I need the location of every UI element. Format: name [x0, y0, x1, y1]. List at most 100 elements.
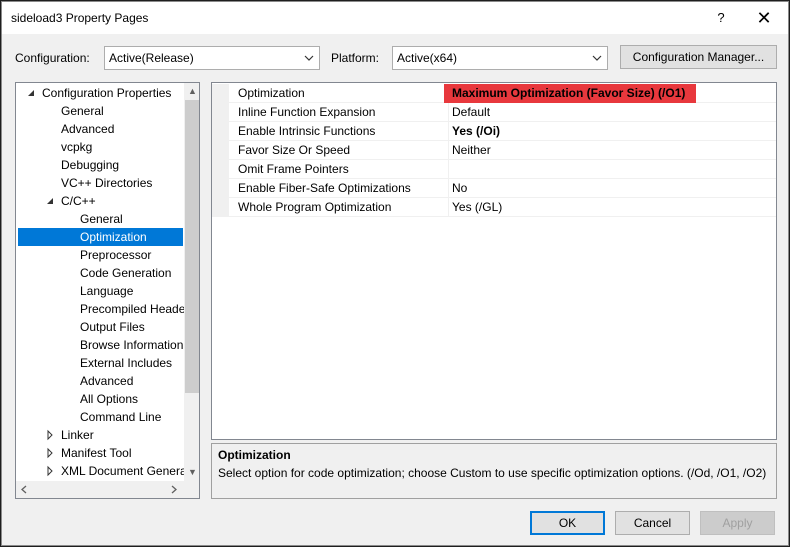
- grid-row[interactable]: Enable Fiber-Safe Optimizations No: [212, 179, 776, 198]
- tree-item-label: Linker: [61, 428, 94, 442]
- property-value[interactable]: Yes (/GL): [452, 200, 502, 214]
- row-gutter: [212, 160, 229, 179]
- row-gutter: [212, 198, 229, 217]
- expanded-triangle-icon[interactable]: [26, 84, 36, 102]
- grid-row[interactable]: Optimization Maximum Optimization (Favor …: [212, 84, 776, 103]
- collapsed-triangle-icon[interactable]: [45, 462, 55, 480]
- chevron-down-icon: [592, 55, 602, 61]
- property-name: Inline Function Expansion: [238, 105, 376, 119]
- platform-value: Active(x64): [397, 51, 458, 65]
- property-value[interactable]: Maximum Optimization (Favor Size) (/O1): [452, 86, 685, 100]
- tree-item[interactable]: Manifest Tool: [16, 444, 183, 462]
- grid-row[interactable]: Enable Intrinsic Functions Yes (/Oi): [212, 122, 776, 141]
- configuration-value: Active(Release): [109, 51, 194, 65]
- property-pages-dialog: sideload3 Property Pages ? ✕ Configurati…: [1, 1, 789, 546]
- property-value[interactable]: No: [452, 181, 467, 195]
- property-grid: Optimization Maximum Optimization (Favor …: [211, 82, 777, 440]
- configuration-manager-button[interactable]: Configuration Manager...: [620, 45, 777, 69]
- tree-item[interactable]: General: [16, 210, 183, 228]
- tree-item[interactable]: vcpkg: [16, 138, 183, 156]
- configuration-label: Configuration:: [15, 51, 90, 65]
- tree-item[interactable]: Optimization: [18, 228, 183, 246]
- tree-item[interactable]: Debugging: [16, 156, 183, 174]
- tree-item-label: Code Generation: [80, 266, 172, 280]
- property-name: Omit Frame Pointers: [238, 162, 349, 176]
- tree-item-label: Precompiled Heade: [80, 302, 186, 316]
- scroll-down-arrow-icon[interactable]: ▼: [188, 467, 197, 477]
- tree-item-label: General: [80, 212, 123, 226]
- apply-button[interactable]: Apply: [700, 511, 775, 535]
- property-name: Enable Intrinsic Functions: [238, 124, 376, 138]
- help-button[interactable]: ?: [707, 6, 735, 30]
- tree-item-label: External Includes: [80, 356, 173, 370]
- row-gutter: [212, 141, 229, 160]
- scroll-right-arrow-icon[interactable]: [170, 485, 178, 494]
- tree-item-label: Configuration Properties: [42, 86, 172, 100]
- tree-item[interactable]: Language: [16, 282, 183, 300]
- tree-item[interactable]: Preprocessor: [16, 246, 183, 264]
- platform-dropdown[interactable]: Active(x64): [392, 46, 608, 70]
- property-tree: Configuration Properties General Advanced v…: [15, 82, 200, 499]
- tree-item[interactable]: VC++ Directories: [16, 174, 183, 192]
- tree-item[interactable]: Output Files: [16, 318, 183, 336]
- property-value[interactable]: Yes (/Oi): [452, 124, 500, 138]
- property-name: Favor Size Or Speed: [238, 143, 351, 157]
- title-bar: sideload3 Property Pages ? ✕: [2, 2, 788, 34]
- column-divider: [448, 141, 449, 160]
- description-title: Optimization: [218, 448, 291, 462]
- tree-item-label: C/C++: [61, 194, 96, 208]
- tree-item[interactable]: Linker: [16, 426, 183, 444]
- close-button[interactable]: ✕: [750, 6, 778, 30]
- property-name: Optimization: [238, 86, 305, 100]
- expanded-triangle-icon[interactable]: [45, 192, 55, 210]
- tree-item[interactable]: All Options: [16, 390, 183, 408]
- tree-item-label: Advanced: [61, 122, 115, 136]
- property-value[interactable]: Neither: [452, 143, 491, 157]
- tree-item-label: General: [61, 104, 104, 118]
- configuration-dropdown[interactable]: Active(Release): [104, 46, 320, 70]
- scroll-up-arrow-icon[interactable]: ▲: [188, 86, 197, 96]
- tree-item-label: XML Document Genera: [61, 464, 187, 478]
- property-value[interactable]: Default: [452, 105, 490, 119]
- tree-item[interactable]: General: [16, 102, 183, 120]
- collapsed-triangle-icon[interactable]: [45, 444, 55, 462]
- property-name: Enable Fiber-Safe Optimizations: [238, 181, 411, 195]
- tree-item-label: Command Line: [80, 410, 162, 424]
- tree-item[interactable]: Configuration Properties: [16, 84, 183, 102]
- column-divider: [448, 198, 449, 217]
- platform-label: Platform:: [331, 51, 380, 65]
- tree-item[interactable]: XML Document Genera: [16, 462, 187, 480]
- row-gutter: [212, 179, 229, 198]
- tree-item[interactable]: Code Generation: [16, 264, 183, 282]
- tree-item[interactable]: Advanced: [16, 372, 183, 390]
- tree-item-label: vcpkg: [61, 140, 93, 154]
- tree-item-label: Optimization: [80, 230, 147, 244]
- collapsed-triangle-icon[interactable]: [45, 426, 55, 444]
- row-gutter: [212, 84, 229, 103]
- grid-row[interactable]: Inline Function Expansion Default: [212, 103, 776, 122]
- tree-item[interactable]: Command Line: [16, 408, 183, 426]
- scroll-left-arrow-icon[interactable]: [20, 485, 28, 494]
- grid-row[interactable]: Whole Program Optimization Yes (/GL): [212, 198, 776, 217]
- tree-item-label: Debugging: [61, 158, 120, 172]
- row-gutter: [212, 103, 229, 122]
- ok-button[interactable]: OK: [530, 511, 605, 535]
- tree-item[interactable]: Precompiled Heade: [16, 300, 186, 318]
- tree-item[interactable]: Browse Information: [16, 336, 183, 354]
- column-divider: [448, 179, 449, 198]
- tree-item[interactable]: Advanced: [16, 120, 183, 138]
- tree-item[interactable]: C/C++: [16, 192, 183, 210]
- cancel-button[interactable]: Cancel: [615, 511, 690, 535]
- tree-item-label: Output Files: [80, 320, 145, 334]
- tree-scroll-thumb[interactable]: [185, 100, 199, 393]
- tree-vertical-scrollbar[interactable]: ▲ ▼: [184, 83, 199, 481]
- tree-item-label: VC++ Directories: [61, 176, 153, 190]
- tree-item-label: Browse Information: [80, 338, 184, 352]
- grid-row[interactable]: Favor Size Or Speed Neither: [212, 141, 776, 160]
- tree-item-label: All Options: [80, 392, 139, 406]
- tree-item[interactable]: External Includes: [16, 354, 183, 372]
- description-panel: Optimization Select option for code opti…: [211, 443, 777, 499]
- grid-row[interactable]: Omit Frame Pointers: [212, 160, 776, 179]
- column-divider: [448, 122, 449, 141]
- tree-horizontal-scrollbar[interactable]: [16, 481, 199, 498]
